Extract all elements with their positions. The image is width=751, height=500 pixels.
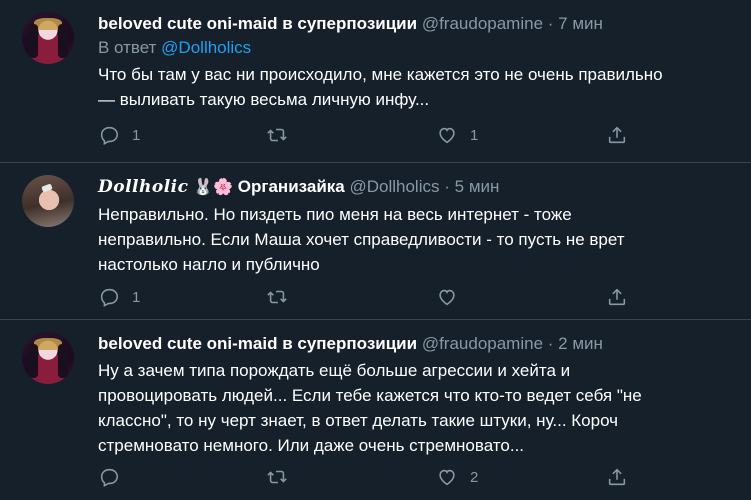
reply-count: 1 <box>132 126 141 144</box>
user-handle[interactable]: @fraudopamine <box>422 334 543 353</box>
tweet-text: Неправильно. Но пиздеть пио меня на весь… <box>98 205 625 274</box>
display-name-script: Dollholic <box>98 177 189 197</box>
reply-context: В ответ @Dollholics <box>98 36 733 60</box>
user-handle[interactable]: @fraudopamine <box>422 14 543 33</box>
timestamp[interactable]: 2 мин <box>558 334 603 353</box>
display-name[interactable]: beloved cute oni-maid в суперпозиции <box>98 14 417 33</box>
tweet-header: beloved cute oni-maid в суперпозиции @fr… <box>98 12 733 36</box>
heart-icon <box>439 127 455 144</box>
like-button[interactable]: 1 <box>436 123 478 147</box>
share-icon <box>608 288 626 306</box>
display-name-text: Организайка <box>237 177 345 196</box>
user-handle[interactable]: @Dollholics <box>349 177 439 196</box>
retweet-icon <box>267 128 287 142</box>
reply-count: 1 <box>132 288 141 306</box>
tweet-actions: 1 <box>98 285 658 309</box>
display-name[interactable]: beloved cute oni-maid в суперпозиции <box>98 334 417 353</box>
avatar[interactable] <box>22 332 74 384</box>
reply-icon <box>100 288 119 308</box>
retweet-button[interactable] <box>266 465 300 489</box>
tweet-body: beloved cute oni-maid в суперпозиции @fr… <box>98 12 733 112</box>
tweet[interactable]: beloved cute oni-maid в суперпозиции @fr… <box>0 0 751 163</box>
reply-icon <box>100 126 119 146</box>
reply-button[interactable]: 1 <box>98 123 140 147</box>
reply-icon <box>100 468 119 488</box>
retweet-button[interactable] <box>266 285 300 309</box>
reply-mention-link[interactable]: @Dollholics <box>161 38 251 57</box>
share-icon <box>608 126 626 144</box>
tweet-actions: 2 <box>98 465 658 489</box>
tweet-header: Dollholic 🐰🌸 Организайка @Dollholics · 5… <box>98 175 733 200</box>
tweet-body: Dollholic 🐰🌸 Организайка @Dollholics · 5… <box>98 175 733 277</box>
display-name-emoji: 🐰🌸 <box>193 179 234 196</box>
retweet-button[interactable] <box>266 123 300 147</box>
reply-button[interactable]: 1 <box>98 285 140 309</box>
tweet-text: Что бы там у вас ни происходило, мне каж… <box>98 65 663 109</box>
timestamp[interactable]: 5 мин <box>455 177 500 196</box>
share-button[interactable] <box>606 285 640 309</box>
tweet-actions: 1 1 <box>98 123 658 147</box>
heart-icon <box>439 469 455 486</box>
avatar[interactable] <box>22 175 74 227</box>
like-count: 1 <box>470 126 479 144</box>
share-button[interactable] <box>606 123 640 147</box>
reply-prefix: В ответ <box>98 38 162 57</box>
tweet-header: beloved cute oni-maid в суперпозиции @fr… <box>98 332 733 356</box>
tweet-text: Ну а зачем типа порождать ещё больше агр… <box>98 361 642 455</box>
share-button[interactable] <box>606 465 640 489</box>
separator-dot: · <box>547 14 554 33</box>
avatar[interactable] <box>22 12 74 64</box>
heart-icon <box>439 289 455 306</box>
separator-dot: · <box>444 177 450 196</box>
separator-dot: · <box>547 334 554 353</box>
tweet[interactable]: Dollholic 🐰🌸 Организайка @Dollholics · 5… <box>0 163 751 320</box>
retweet-icon <box>267 470 287 484</box>
tweet[interactable]: beloved cute oni-maid в суперпозиции @fr… <box>0 320 751 500</box>
tweet-thread: beloved cute oni-maid в суперпозиции @fr… <box>0 0 751 500</box>
like-button[interactable] <box>436 285 470 309</box>
timestamp[interactable]: 7 мин <box>558 14 603 33</box>
tweet-body: beloved cute oni-maid в суперпозиции @fr… <box>98 332 733 458</box>
retweet-icon <box>267 290 287 304</box>
like-button[interactable]: 2 <box>436 465 478 489</box>
reply-button[interactable] <box>98 465 132 489</box>
like-count: 2 <box>470 468 479 486</box>
share-icon <box>608 468 626 486</box>
display-name[interactable]: Dollholic 🐰🌸 Организайка <box>98 177 345 197</box>
